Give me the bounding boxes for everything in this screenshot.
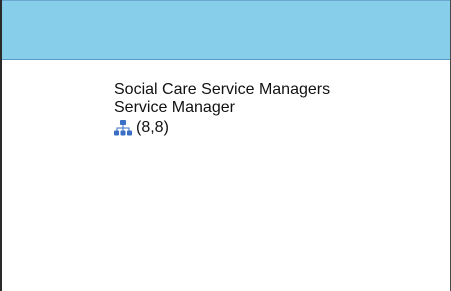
org-node-card[interactable]: Social Care Service Managers Service Man… <box>114 81 414 137</box>
node-count: (8,8) <box>136 119 169 136</box>
panel-header-band <box>2 0 450 60</box>
node-meta: (8,8) <box>114 119 414 137</box>
node-name: Social Care Service Managers <box>114 81 331 98</box>
node-role: Service Manager <box>114 99 235 116</box>
org-chart-icon[interactable] <box>114 120 132 136</box>
org-chart-panel: Social Care Service Managers Service Man… <box>0 0 451 291</box>
